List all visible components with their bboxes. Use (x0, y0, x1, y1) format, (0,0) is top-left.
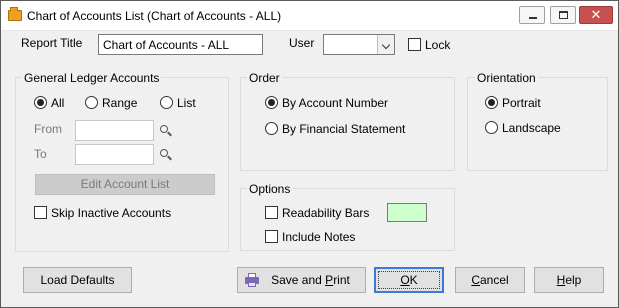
radio-by-account-number-label: By Account Number (282, 96, 389, 110)
user-select[interactable] (323, 34, 395, 55)
cancel-label-rest: ancel (479, 273, 509, 287)
radio-all[interactable] (34, 96, 47, 109)
help-label-rest: elp (565, 273, 582, 287)
maximize-icon (559, 11, 568, 19)
focus-rectangle (378, 271, 440, 289)
order-title: Order (247, 71, 282, 85)
to-label: To (34, 147, 47, 161)
save-and-print-button[interactable]: Save and Print (237, 267, 366, 293)
lock-checkbox[interactable] (408, 38, 421, 51)
ok-button[interactable]: OK (374, 267, 444, 293)
report-title-label: Report Title (21, 36, 83, 50)
radio-list-label: List (177, 96, 196, 110)
save-and-print-label-suffix: rint (333, 273, 350, 287)
window-title: Chart of Accounts List (Chart of Account… (27, 9, 282, 23)
radio-by-financial-statement-label: By Financial Statement (282, 122, 406, 136)
dialog-window: Chart of Accounts List (Chart of Account… (0, 0, 619, 308)
load-defaults-button[interactable]: Load Defaults (23, 267, 132, 293)
include-notes-checkbox[interactable] (265, 230, 278, 243)
printer-icon (245, 273, 259, 287)
gl-accounts-title: General Ledger Accounts (22, 71, 162, 85)
help-button[interactable]: Help (534, 267, 604, 293)
skip-inactive-checkbox[interactable] (34, 206, 47, 219)
cancel-button[interactable]: Cancel (455, 267, 525, 293)
minimize-icon (529, 17, 537, 19)
radio-by-account-number[interactable] (265, 96, 278, 109)
readability-color-swatch[interactable] (387, 203, 427, 222)
report-title-input[interactable]: Chart of Accounts - ALL (98, 34, 263, 55)
minimize-button[interactable] (519, 6, 545, 24)
skip-inactive-label: Skip Inactive Accounts (51, 206, 172, 220)
readability-bars-label: Readability Bars (282, 206, 370, 220)
from-input[interactable] (75, 120, 154, 141)
chevron-down-icon[interactable] (377, 35, 394, 54)
radio-list[interactable] (160, 96, 173, 109)
radio-portrait[interactable] (485, 96, 498, 109)
cancel-label-mnemonic: C (471, 273, 480, 287)
user-label: User (289, 36, 315, 50)
radio-range[interactable] (85, 96, 98, 109)
close-icon: ✕ (590, 7, 602, 22)
search-icon[interactable] (160, 125, 172, 137)
radio-landscape-label: Landscape (502, 121, 561, 135)
include-notes-label: Include Notes (282, 230, 356, 244)
to-input[interactable] (75, 144, 154, 165)
readability-bars-checkbox[interactable] (265, 206, 278, 219)
radio-all-label: All (51, 96, 65, 110)
maximize-button[interactable] (550, 6, 576, 24)
from-label: From (34, 122, 62, 136)
title-bar[interactable]: Chart of Accounts List (Chart of Account… (1, 1, 618, 31)
radio-by-financial-statement[interactable] (265, 122, 278, 135)
save-and-print-label-mnemonic: P (325, 273, 334, 287)
lock-label: Lock (425, 38, 451, 52)
radio-portrait-label: Portrait (502, 96, 541, 110)
edit-account-list-button[interactable]: Edit Account List (35, 174, 215, 195)
save-and-print-label-prefix: Save and (271, 273, 326, 287)
options-title: Options (247, 182, 293, 196)
radio-range-label: Range (102, 96, 138, 110)
close-button[interactable]: ✕ (579, 6, 613, 24)
radio-landscape[interactable] (485, 121, 498, 134)
folder-icon (8, 7, 22, 21)
orientation-title: Orientation (475, 71, 538, 85)
search-icon[interactable] (160, 149, 172, 161)
